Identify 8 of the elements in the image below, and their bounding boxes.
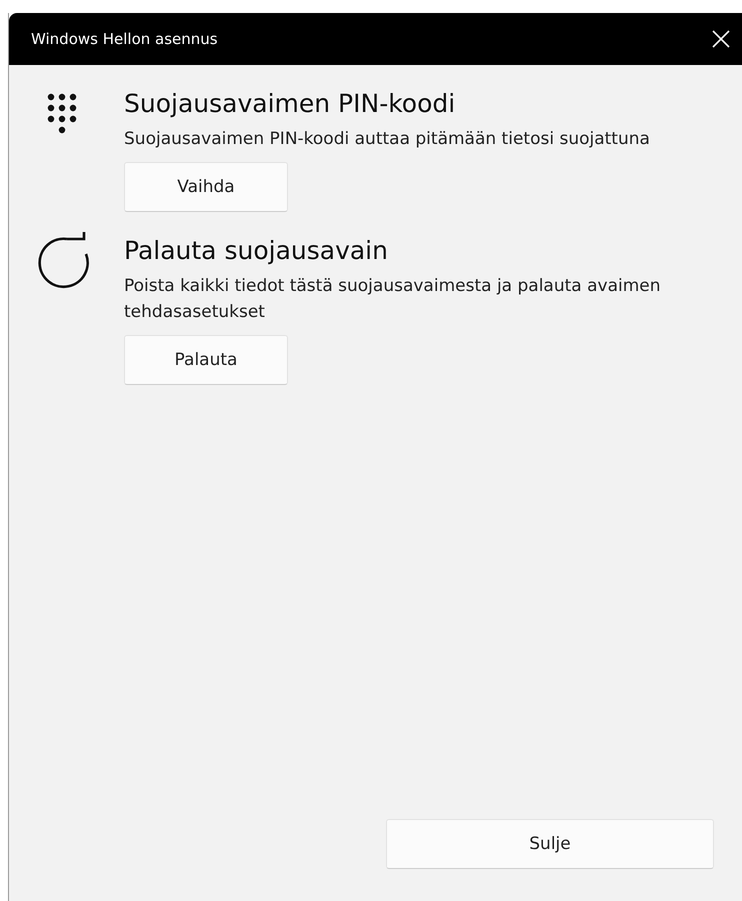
action-button[interactable]: Vaihda (124, 162, 288, 212)
action-button[interactable]: Palauta (124, 335, 288, 385)
section-description: Poista kaikki tiedot tästä suojausavaimesta ja palauta avaimen tehdasasetukset (124, 275, 662, 324)
window-title: Windows Hellon asennus (31, 30, 218, 48)
section-description: Suojausavaimen PIN-koodi auttaa pitämään tietosi suojattuna (124, 128, 651, 151)
section-heading: Suojausavaimen PIN-koodi (124, 89, 456, 118)
section-heading: Palauta suojausavain (124, 236, 389, 265)
close-button[interactable]: Sulje (386, 819, 714, 869)
